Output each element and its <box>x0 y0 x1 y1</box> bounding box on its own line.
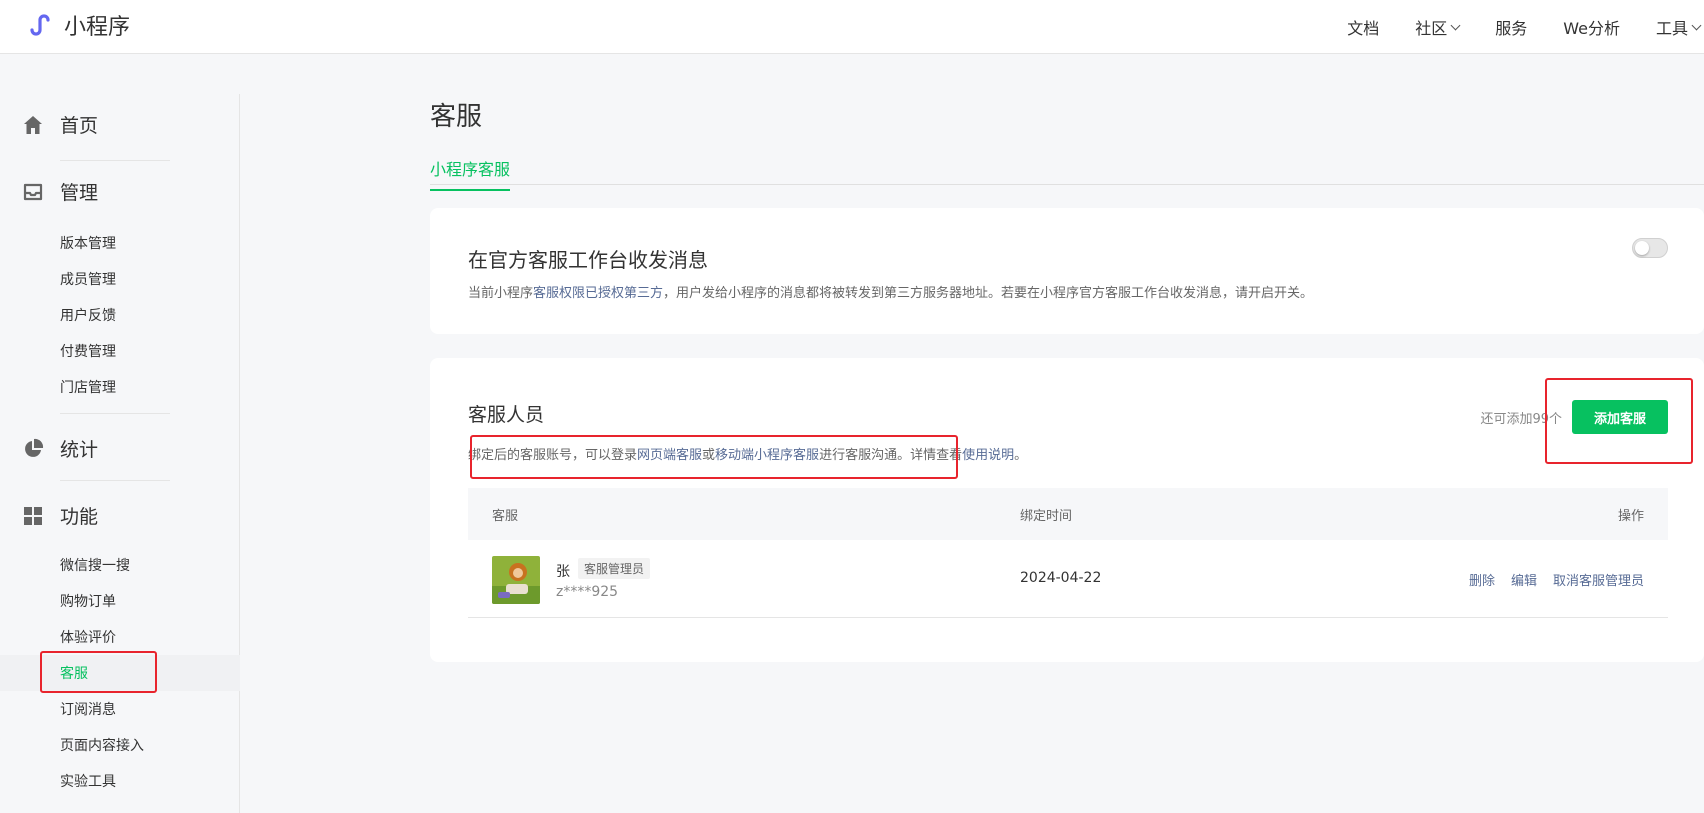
sidebar-item-label: 统计 <box>60 438 99 461</box>
row-actions: 删除 编辑 取消客服管理员 <box>1453 570 1644 589</box>
sidebar-item-version-manage[interactable]: 版本管理 <box>0 225 240 261</box>
nav-we-analytics-label: We分析 <box>1563 19 1620 38</box>
workbench-title: 在官方客服工作台收发消息 <box>468 248 708 272</box>
sidebar-item-experiment-tools[interactable]: 实验工具 <box>0 763 240 799</box>
sidebar-divider <box>60 160 170 161</box>
staff-description: 绑定后的客服账号，可以登录网页端客服或移动端小程序客服进行客服沟通。详情查看使用… <box>468 444 1027 463</box>
grid-icon <box>24 507 42 525</box>
chevron-down-icon <box>1450 20 1461 30</box>
sidebar-item-label: 首页 <box>60 114 99 137</box>
col-header-service: 客服 <box>492 509 519 524</box>
nav-docs-label: 文档 <box>1347 19 1380 38</box>
sidebar-item-experience-review[interactable]: 体验评价 <box>0 619 240 655</box>
sidebar-divider <box>60 480 170 481</box>
top-nav: 文档 社区 服务 We分析 工具 <box>1347 0 1704 54</box>
table-header: 客服 绑定时间 操作 <box>468 488 1668 540</box>
nav-community-label: 社区 <box>1415 19 1448 38</box>
sidebar-item-user-feedback[interactable]: 用户反馈 <box>0 297 240 333</box>
official-workbench-card: 在官方客服工作台收发消息 当前小程序客服权限已授权第三方，用户发给小程序的消息都… <box>430 208 1704 334</box>
sidebar: 首页 管理 版本管理 成员管理 用户反馈 付费管理 门店管理 统计 功能 微信搜… <box>0 94 240 813</box>
workbench-toggle[interactable] <box>1632 238 1668 258</box>
desc-text: 进行客服沟通。详情查看 <box>819 448 963 463</box>
mobile-service-link[interactable]: 移动端小程序客服 <box>715 448 819 463</box>
bind-time: 2024-04-22 <box>1020 570 1102 586</box>
edit-link[interactable]: 编辑 <box>1511 570 1537 589</box>
top-bar: 小程序 文档 社区 服务 We分析 工具 <box>0 0 1704 54</box>
col-header-bind-time: 绑定时间 <box>1020 509 1073 524</box>
sidebar-item-member-manage[interactable]: 成员管理 <box>0 261 240 297</box>
desc-text: 当前小程序 <box>468 286 534 301</box>
nav-tools[interactable]: 工具 <box>1655 15 1702 39</box>
chevron-down-icon <box>1691 20 1702 30</box>
delete-link[interactable]: 删除 <box>1469 570 1495 589</box>
nav-tools-label: 工具 <box>1655 19 1688 38</box>
table-row: 张 客服管理员 z****925 2024-04-22 删除 编辑 取消客服管理… <box>468 540 1668 618</box>
sidebar-item-label: 管理 <box>60 181 99 204</box>
workbench-description: 当前小程序客服权限已授权第三方，用户发给小程序的消息都将被转发到第三方服务器地址… <box>468 282 1313 301</box>
authorized-third-party-link[interactable]: 客服权限已授权第三方 <box>533 286 663 301</box>
desc-text: 或 <box>702 448 716 463</box>
logo-text: 小程序 <box>64 15 131 40</box>
sidebar-item-label: 功能 <box>60 505 99 528</box>
sidebar-item-manage[interactable]: 管理 <box>0 171 240 211</box>
desc-text: ，用户发给小程序的消息都将被转发到第三方服务器地址。若要在小程序官方客服工作台收… <box>663 286 1314 301</box>
sidebar-item-subscribe-messages[interactable]: 订阅消息 <box>0 691 240 727</box>
sidebar-divider <box>60 413 170 414</box>
staff-title: 客服人员 <box>468 404 545 426</box>
page-title: 客服 <box>430 102 483 132</box>
desc-text: 。 <box>1014 448 1028 463</box>
sidebar-item-shopping-orders[interactable]: 购物订单 <box>0 583 240 619</box>
avatar <box>492 556 540 604</box>
sidebar-item-store-manage[interactable]: 门店管理 <box>0 369 240 405</box>
web-service-link[interactable]: 网页端客服 <box>637 448 702 463</box>
nav-we-analytics[interactable]: We分析 <box>1563 15 1620 39</box>
sidebar-item-page-content[interactable]: 页面内容接入 <box>0 727 240 763</box>
pie-chart-icon <box>25 438 44 457</box>
role-badge: 客服管理员 <box>578 558 651 579</box>
add-service-button[interactable]: 添加客服 <box>1572 400 1668 434</box>
toggle-knob <box>1635 241 1649 255</box>
tab-strip: 小程序客服 <box>430 150 1704 191</box>
sidebar-item-wechat-search[interactable]: 微信搜一搜 <box>0 547 240 583</box>
sidebar-item-payment-manage[interactable]: 付费管理 <box>0 333 240 369</box>
staff-name: 张 <box>556 564 570 580</box>
revoke-admin-link[interactable]: 取消客服管理员 <box>1553 570 1644 589</box>
nav-docs[interactable]: 文档 <box>1347 15 1379 39</box>
tab-mini-program-service[interactable]: 小程序客服 <box>430 156 511 191</box>
sidebar-item-home[interactable]: 首页 <box>0 104 240 144</box>
sidebar-item-features[interactable]: 功能 <box>0 495 240 535</box>
nav-community[interactable]: 社区 <box>1415 15 1461 39</box>
sidebar-item-statistics[interactable]: 统计 <box>0 428 240 468</box>
mini-program-logo-icon <box>23 9 55 41</box>
nav-services[interactable]: 服务 <box>1495 15 1527 39</box>
desc-text: 绑定后的客服账号，可以登录 <box>468 448 638 463</box>
remaining-quota: 还可添加99个 <box>1480 412 1562 427</box>
sidebar-item-customer-service[interactable]: 客服 <box>0 655 240 691</box>
home-icon <box>24 116 42 134</box>
inbox-icon <box>23 183 43 201</box>
staff-card: 客服人员 绑定后的客服账号，可以登录网页端客服或移动端小程序客服进行客服沟通。详… <box>430 358 1704 662</box>
logo[interactable]: 小程序 <box>22 8 130 42</box>
staff-account: z****925 <box>556 584 619 600</box>
usage-instructions-link[interactable]: 使用说明 <box>962 448 1014 463</box>
nav-services-label: 服务 <box>1495 19 1528 38</box>
col-header-actions: 操作 <box>1617 509 1644 524</box>
